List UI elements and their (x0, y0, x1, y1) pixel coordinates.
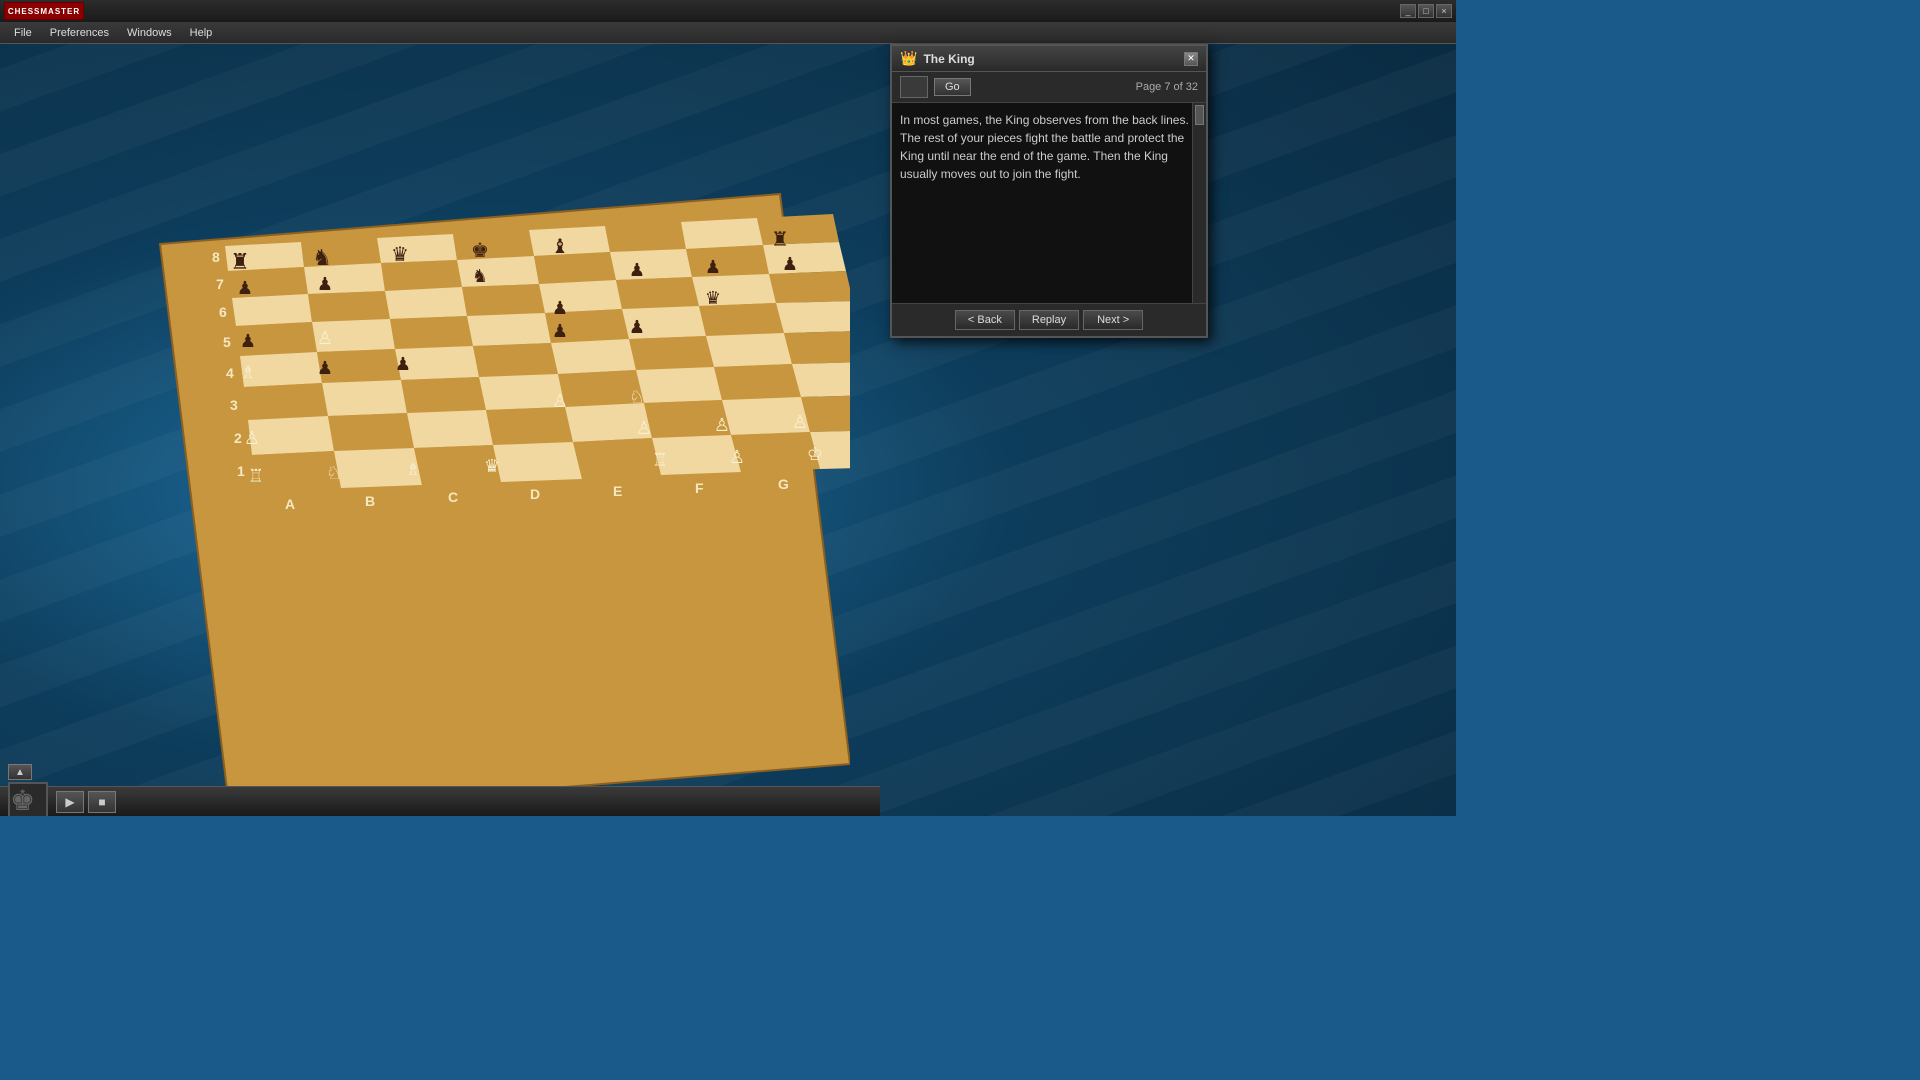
svg-text:♛: ♛ (484, 456, 500, 476)
scrollbar-thumb[interactable] (1195, 105, 1204, 125)
menu-help[interactable]: Help (182, 25, 221, 41)
svg-text:7: 7 (216, 276, 224, 292)
svg-text:♜: ♜ (771, 229, 789, 251)
dialog-content: In most games, the King observes from th… (892, 103, 1206, 303)
svg-text:E: E (613, 483, 622, 499)
menu-file[interactable]: File (6, 25, 40, 41)
svg-text:4: 4 (226, 365, 234, 381)
svg-text:♞: ♞ (312, 245, 332, 270)
svg-text:♟: ♟ (395, 354, 411, 374)
svg-text:2: 2 (234, 430, 242, 446)
titlebar: CHESSMASTER _ □ × (0, 0, 1456, 22)
svg-text:3: 3 (230, 397, 238, 413)
svg-text:♟: ♟ (705, 257, 721, 277)
svg-text:♙: ♙ (636, 418, 652, 438)
titlebar-left: CHESSMASTER (4, 2, 84, 20)
go-button[interactable]: Go (934, 78, 971, 96)
dialog-text: In most games, the King observes from th… (900, 111, 1198, 183)
svg-text:A: A (285, 496, 295, 512)
dialog-footer: < Back Replay Next > (892, 303, 1206, 336)
svg-text:♛: ♛ (391, 244, 409, 266)
svg-text:♟: ♟ (240, 331, 256, 351)
board-area: 8 7 6 5 4 3 2 1 A B C D E F G H ♜ ♞ ♛ (0, 44, 880, 816)
svg-text:♗: ♗ (240, 362, 256, 382)
svg-text:♘: ♘ (326, 463, 342, 483)
svg-text:♟: ♟ (782, 254, 798, 274)
svg-text:♟: ♟ (552, 298, 568, 318)
svg-text:C: C (448, 489, 458, 505)
play-button[interactable]: ▶ (56, 791, 84, 813)
next-button[interactable]: Next > (1083, 310, 1143, 330)
minimize-button[interactable]: _ (1400, 4, 1416, 18)
svg-text:♛: ♛ (705, 288, 721, 308)
go-input[interactable] (900, 76, 928, 98)
svg-text:♙: ♙ (729, 447, 745, 467)
stop-button[interactable]: ■ (88, 791, 116, 813)
svg-text:♟: ♟ (317, 274, 333, 294)
svg-text:♟: ♟ (237, 278, 253, 298)
chess-board-container: 8 7 6 5 4 3 2 1 A B C D E F G H ♜ ♞ ♛ (130, 164, 850, 816)
close-button[interactable]: × (1436, 4, 1452, 18)
page-info: Page 7 of 32 (1136, 81, 1198, 93)
svg-text:♚: ♚ (471, 240, 489, 262)
svg-text:♔: ♔ (807, 444, 823, 464)
tutorial-dialog: 👑 The King ✕ Go Page 7 of 32 In most gam… (890, 44, 1208, 338)
go-area: Go (900, 76, 971, 98)
svg-text:♟: ♟ (629, 317, 645, 337)
svg-text:♟: ♟ (317, 358, 333, 378)
bottom-toolbar: ▲ ♚ ▶ ■ (0, 786, 880, 816)
menu-windows[interactable]: Windows (119, 25, 180, 41)
svg-text:♝: ♝ (551, 236, 569, 258)
scrollbar-track[interactable] (1192, 103, 1206, 303)
dialog-toolbar: Go Page 7 of 32 (892, 72, 1206, 103)
app-logo: CHESSMASTER (4, 2, 84, 20)
svg-text:♖: ♖ (652, 450, 668, 470)
chess-board-svg: 8 7 6 5 4 3 2 1 A B C D E F G H ♜ ♞ ♛ (130, 164, 850, 816)
titlebar-controls[interactable]: _ □ × (1400, 4, 1452, 18)
replay-button[interactable]: Replay (1019, 310, 1079, 330)
svg-text:♙: ♙ (552, 391, 568, 411)
piece-icon: ♚ (8, 782, 48, 817)
svg-text:♗: ♗ (405, 459, 421, 479)
svg-text:♟: ♟ (552, 321, 568, 341)
svg-text:5: 5 (223, 334, 231, 350)
svg-text:G: G (778, 476, 789, 492)
svg-text:♘: ♘ (629, 387, 645, 407)
dialog-titlebar: 👑 The King ✕ (892, 46, 1206, 72)
expand-button[interactable]: ▲ (8, 764, 32, 780)
svg-text:B: B (365, 493, 375, 509)
maximize-button[interactable]: □ (1418, 4, 1434, 18)
svg-text:8: 8 (212, 249, 220, 265)
svg-text:D: D (530, 486, 540, 502)
svg-text:1: 1 (237, 463, 245, 479)
svg-text:F: F (695, 480, 704, 496)
svg-text:6: 6 (219, 304, 227, 320)
dialog-title: The King (923, 52, 974, 66)
svg-text:♙: ♙ (244, 428, 260, 448)
svg-text:♙: ♙ (792, 412, 808, 432)
dialog-close-button[interactable]: ✕ (1184, 52, 1198, 66)
menu-preferences[interactable]: Preferences (42, 25, 117, 41)
svg-text:♞: ♞ (472, 266, 488, 286)
svg-text:♙: ♙ (317, 328, 333, 348)
menubar: File Preferences Windows Help (0, 22, 1456, 44)
svg-text:♜: ♜ (230, 249, 250, 274)
svg-text:♟: ♟ (629, 260, 645, 280)
svg-text:♖: ♖ (248, 466, 264, 486)
svg-text:♙: ♙ (714, 415, 730, 435)
back-button[interactable]: < Back (955, 310, 1015, 330)
